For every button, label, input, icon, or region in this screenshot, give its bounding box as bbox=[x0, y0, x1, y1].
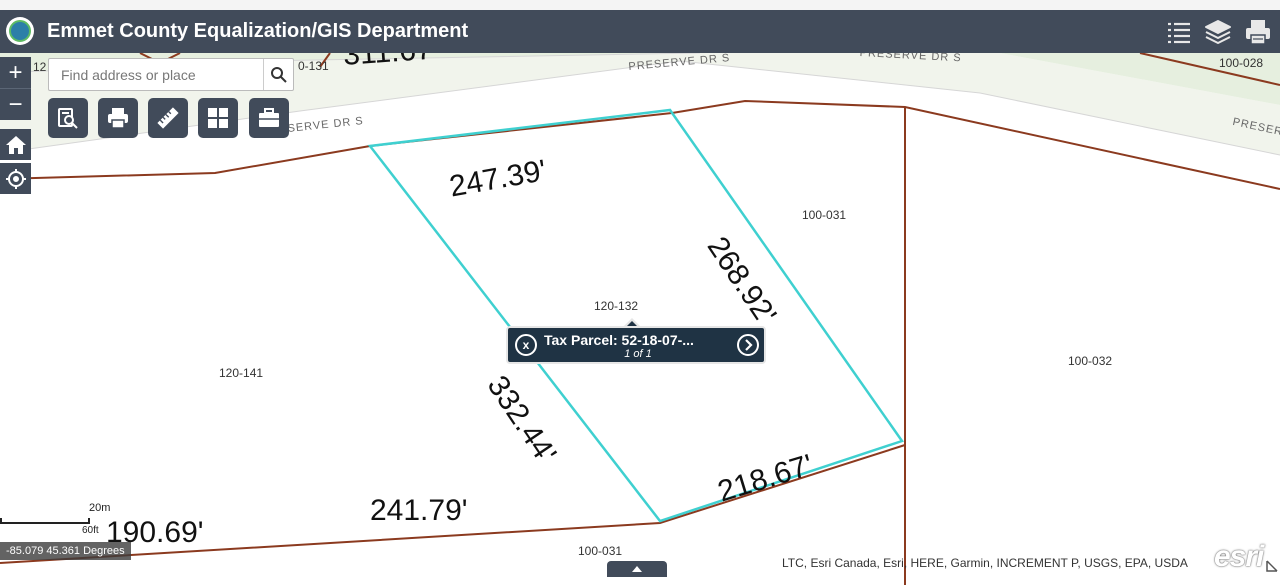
print-tool-button[interactable] bbox=[98, 98, 138, 138]
app-header: Emmet County Equalization/GIS Department bbox=[0, 10, 1280, 53]
dimension-label-lower-middle: 241.79' bbox=[370, 494, 468, 527]
locate-icon bbox=[5, 168, 26, 189]
parcel-label-120-132: 120-132 bbox=[594, 299, 639, 313]
grid-icon bbox=[208, 108, 228, 128]
parcel-label-12: 12 bbox=[33, 60, 47, 74]
popup-title[interactable]: Tax Parcel: 52-18-07-... bbox=[544, 332, 694, 348]
scale-metric-label: 20m bbox=[89, 502, 111, 514]
zoom-out-button[interactable]: − bbox=[0, 88, 31, 120]
print-icon[interactable] bbox=[1241, 15, 1275, 49]
parcel-popup[interactable]: x Tax Parcel: 52-18-07-... 1 of 1 bbox=[506, 326, 766, 364]
identify-button[interactable] bbox=[48, 98, 88, 138]
legend-list-icon[interactable] bbox=[1162, 15, 1196, 49]
search-input[interactable] bbox=[49, 59, 261, 90]
app-title: Emmet County Equalization/GIS Department bbox=[47, 20, 469, 42]
scale-imperial-label: 60ft bbox=[82, 525, 99, 536]
search-icon bbox=[271, 66, 287, 83]
measure-button[interactable] bbox=[148, 98, 188, 138]
resize-grip-icon[interactable] bbox=[1266, 560, 1278, 572]
search-box bbox=[48, 58, 294, 91]
popup-count: 1 of 1 bbox=[624, 348, 652, 360]
scale-bar bbox=[0, 518, 90, 524]
popup-next-icon[interactable] bbox=[737, 334, 759, 356]
map-attribution: LTC, Esri Canada, Esri, HERE, Garmin, IN… bbox=[782, 556, 1188, 570]
zoom-in-button[interactable]: + bbox=[0, 57, 31, 88]
chevron-up-icon bbox=[632, 566, 642, 572]
map-view[interactable]: 247.39' 268.92' 332.44' 218.67' 241.79' … bbox=[0, 53, 1280, 585]
print-icon bbox=[108, 108, 128, 129]
coordinates-readout: -85.079 45.361 Degrees bbox=[0, 542, 131, 560]
esri-logo: POWERED BY esri bbox=[1214, 536, 1267, 573]
basemap-gallery-button[interactable] bbox=[198, 98, 238, 138]
search-button[interactable] bbox=[263, 59, 294, 90]
home-button[interactable] bbox=[0, 129, 31, 160]
parcel-label-100-031: 100-031 bbox=[802, 208, 847, 222]
home-icon bbox=[5, 135, 26, 154]
layers-icon[interactable] bbox=[1201, 15, 1235, 49]
measure-icon bbox=[157, 107, 179, 129]
toolbox-icon bbox=[259, 108, 279, 127]
parcel-label-100-031-lower: 100-031 bbox=[578, 544, 623, 558]
parcel-label-120-131: 0-131 bbox=[298, 59, 329, 73]
parcel-label-120-141: 120-141 bbox=[219, 366, 264, 380]
toolbox-button[interactable] bbox=[249, 98, 289, 138]
parcel-label-100-032: 100-032 bbox=[1068, 354, 1113, 368]
expand-panel-button[interactable] bbox=[607, 561, 667, 577]
parcel-label-100-028: 100-028 bbox=[1219, 56, 1264, 70]
locate-button[interactable] bbox=[0, 163, 31, 194]
identify-icon bbox=[58, 108, 78, 129]
county-logo-icon bbox=[6, 17, 34, 45]
